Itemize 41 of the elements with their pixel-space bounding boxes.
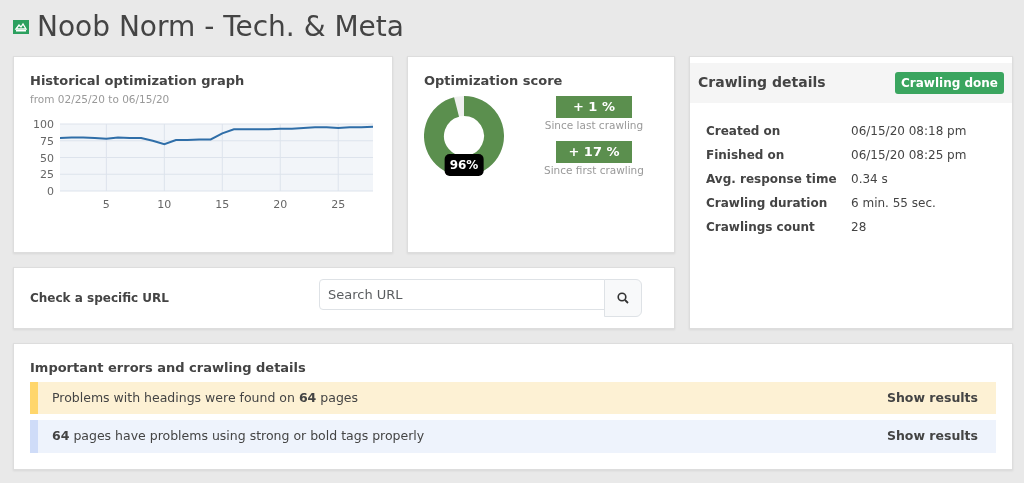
axis-label: 25 bbox=[40, 168, 54, 182]
search-icon bbox=[617, 292, 629, 305]
axis-label: 20 bbox=[273, 197, 288, 211]
detail-value: 28 bbox=[851, 219, 867, 234]
change-caption: Since last crawling bbox=[544, 117, 644, 133]
logo-icon bbox=[13, 19, 29, 34]
show-results-button[interactable]: Show results bbox=[886, 427, 978, 447]
page-title: Noob Norm - Tech. & Meta bbox=[37, 10, 404, 44]
axis-label: 100 bbox=[33, 117, 54, 131]
card-title: Crawling details bbox=[698, 74, 826, 91]
axis-label: 75 bbox=[40, 134, 54, 148]
search-button[interactable] bbox=[604, 278, 642, 317]
alert-text: 64 pages have problems using strong or bold tags properly bbox=[52, 427, 425, 446]
axis-label: 50 bbox=[40, 151, 54, 165]
change-badge: + 17 % bbox=[555, 141, 632, 163]
card-title: Optimization score bbox=[424, 72, 564, 89]
change-caption: Since first crawling bbox=[544, 162, 644, 178]
axis-label: 5 bbox=[102, 197, 110, 211]
date-range: from 02/25/20 to 06/15/20 bbox=[30, 92, 171, 108]
score-label: 96% bbox=[444, 154, 484, 177]
axis-label: 10 bbox=[157, 197, 172, 211]
search-field[interactable]: Search URL bbox=[319, 278, 605, 310]
status-badge: Crawling done bbox=[895, 71, 1004, 94]
detail-value: 6 min. 55 sec. bbox=[851, 195, 936, 210]
detail-label: Created on bbox=[706, 123, 781, 138]
axis-label: 0 bbox=[47, 184, 54, 198]
change-badge: + 1 % bbox=[555, 96, 632, 118]
detail-label: Crawlings count bbox=[706, 219, 815, 234]
axis-label: 25 bbox=[331, 197, 346, 211]
detail-value: 06/15/20 08:18 pm bbox=[851, 123, 967, 138]
show-results-button[interactable]: Show results bbox=[886, 388, 978, 408]
detail-value: 06/15/20 08:25 pm bbox=[851, 147, 967, 162]
card-title: Important errors and crawling details bbox=[30, 359, 307, 376]
url-label: Check a specific URL bbox=[30, 289, 169, 307]
card-title: Historical optimization graph bbox=[30, 72, 246, 89]
detail-label: Finished on bbox=[706, 147, 785, 162]
detail-label: Crawling duration bbox=[706, 195, 828, 210]
alert-text: Problems with headings were found on 64 pages bbox=[52, 388, 359, 407]
detail-label: Avg. response time bbox=[706, 171, 837, 186]
axis-label: 15 bbox=[215, 197, 230, 211]
detail-value: 0.34 s bbox=[851, 171, 888, 186]
